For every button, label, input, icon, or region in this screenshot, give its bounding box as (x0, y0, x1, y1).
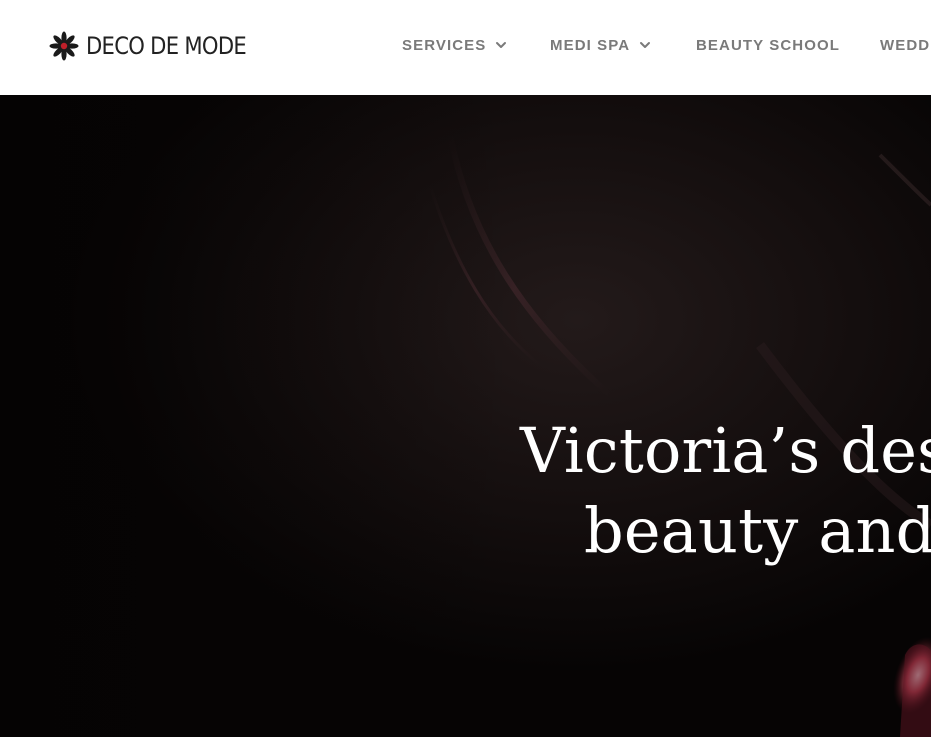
hero-title: Victoria’s des beauty and (520, 411, 931, 571)
hero-section: Victoria’s des beauty and (0, 95, 931, 737)
nav-item-medi-spa[interactable]: MEDI SPA (550, 34, 651, 56)
hero-title-line-2: beauty and (584, 494, 931, 567)
chevron-down-icon (640, 42, 651, 48)
nav-item-weddings[interactable]: WEDD (880, 34, 930, 56)
nav-item-label: SERVICES (402, 36, 487, 54)
nav-item-label: WEDD (880, 36, 931, 54)
nav-item-services[interactable]: SERVICES (402, 34, 507, 56)
chevron-down-icon (496, 42, 507, 48)
nav-item-label: MEDI SPA (550, 36, 631, 54)
nav-item-label: BEAUTY SCHOOL (696, 36, 841, 54)
hero-title-line-1: Victoria’s des (520, 414, 931, 487)
site-header: DECO DE MODE SERVICES MEDI SPA BEAUTY SC… (0, 0, 931, 95)
nav-item-beauty-school[interactable]: BEAUTY SCHOOL (696, 34, 840, 56)
main-nav: SERVICES MEDI SPA BEAUTY SCHOOL WEDD (0, 34, 931, 56)
